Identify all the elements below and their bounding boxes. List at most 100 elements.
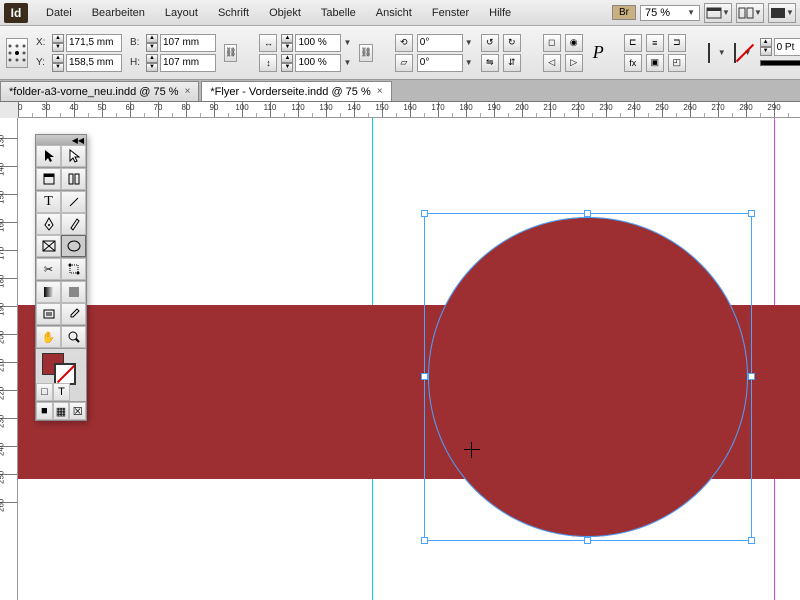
direct-selection-tool[interactable] xyxy=(61,145,86,167)
hand-tool[interactable]: ✋ xyxy=(36,326,61,348)
free-transform-tool[interactable] xyxy=(61,258,86,280)
shear-field[interactable]: 0° xyxy=(417,54,463,72)
horizontal-ruler[interactable]: 2030405060708090100110120130140150160170… xyxy=(18,102,800,118)
pen-tool[interactable] xyxy=(36,213,61,235)
select-next-icon[interactable]: ▷ xyxy=(565,54,583,72)
bridge-button[interactable]: Br xyxy=(612,5,636,20)
document-tab[interactable]: *Flyer - Vorderseite.indd @ 75 %× xyxy=(201,81,391,101)
align-left-icon[interactable]: ⊏ xyxy=(624,34,642,52)
app-logo: Id xyxy=(4,3,28,23)
normal-view[interactable]: ■ xyxy=(36,402,53,420)
reference-point-proxy[interactable] xyxy=(6,38,28,68)
close-icon[interactable]: × xyxy=(185,86,191,97)
menu-schrift[interactable]: Schrift xyxy=(208,0,259,26)
selection-handle[interactable] xyxy=(584,537,591,544)
menu-tabelle[interactable]: Tabelle xyxy=(311,0,366,26)
menu-objekt[interactable]: Objekt xyxy=(259,0,311,26)
rectangle-frame-tool[interactable] xyxy=(36,235,61,257)
panel-header[interactable]: ◀◀ xyxy=(36,135,86,145)
scale-x-field[interactable]: 100 % xyxy=(295,34,341,52)
w-field[interactable]: 107 mm xyxy=(160,34,216,52)
zoom-tool[interactable] xyxy=(61,326,86,348)
stroke-weight-field[interactable]: 0 Pt xyxy=(774,38,800,56)
pencil-tool[interactable] xyxy=(61,213,86,235)
select-prev-icon[interactable]: ◁ xyxy=(543,54,561,72)
workspace-button[interactable]: ▼ xyxy=(768,3,796,23)
stroke-swatch[interactable] xyxy=(734,43,736,63)
h-label: H: xyxy=(130,57,144,68)
selection-tool[interactable] xyxy=(36,145,61,167)
selection-handle[interactable] xyxy=(748,537,755,544)
menu-hilfe[interactable]: Hilfe xyxy=(479,0,521,26)
gradient-feather-tool[interactable] xyxy=(61,281,86,303)
selection-handle[interactable] xyxy=(421,373,428,380)
select-content-icon[interactable]: ◉ xyxy=(565,34,583,52)
menu-layout[interactable]: Layout xyxy=(155,0,208,26)
none-view[interactable]: ☒ xyxy=(69,402,86,420)
y-stepper[interactable]: ▲▼ xyxy=(52,54,64,72)
menu-bar: Id Datei Bearbeiten Layout Schrift Objek… xyxy=(0,0,800,26)
formatting-text[interactable]: T xyxy=(53,383,70,401)
rotate-ccw-icon[interactable]: ↺ xyxy=(481,34,499,52)
effects-icon[interactable]: fx xyxy=(624,54,642,72)
h-stepper[interactable]: ▲▼ xyxy=(146,54,158,72)
vertical-ruler[interactable]: 1301401501601701801902002102202302402502… xyxy=(0,118,18,600)
tab-label: *folder-a3-vorne_neu.indd @ 75 % xyxy=(9,86,179,98)
menu-bearbeiten[interactable]: Bearbeiten xyxy=(82,0,155,26)
control-bar: X:▲▼171,5 mm Y:▲▼158,5 mm B:▲▼107 mm H:▲… xyxy=(0,26,800,80)
x-field[interactable]: 171,5 mm xyxy=(66,34,122,52)
selection-handle[interactable] xyxy=(584,210,591,217)
note-tool[interactable] xyxy=(36,303,61,325)
tools-panel[interactable]: ◀◀ T✂✋□T■▦☒ xyxy=(35,134,87,421)
selection-handle[interactable] xyxy=(421,537,428,544)
type-tool[interactable]: T xyxy=(36,191,61,213)
flip-v-icon[interactable]: ⇵ xyxy=(503,54,521,72)
preview-view[interactable]: ▦ xyxy=(53,402,70,420)
selection-handle[interactable] xyxy=(748,373,755,380)
y-field[interactable]: 158,5 mm xyxy=(66,54,122,72)
document-tab[interactable]: *folder-a3-vorne_neu.indd @ 75 % × xyxy=(0,81,199,101)
page-tool[interactable] xyxy=(36,168,61,190)
selection-bounding-box xyxy=(424,213,752,541)
menu-datei[interactable]: Datei xyxy=(36,0,82,26)
shear-icon: ▱ xyxy=(395,54,413,72)
ellipse-tool[interactable] xyxy=(61,235,86,257)
corner-icon[interactable]: ◰ xyxy=(668,54,686,72)
rotate-field[interactable]: 0° xyxy=(417,34,463,52)
close-icon[interactable]: × xyxy=(377,86,383,97)
menu-fenster[interactable]: Fenster xyxy=(422,0,479,26)
stroke-color-box[interactable] xyxy=(54,363,76,385)
h-field[interactable]: 107 mm xyxy=(160,54,216,72)
w-stepper[interactable]: ▲▼ xyxy=(146,34,158,52)
paragraph-style-icon[interactable]: P xyxy=(593,42,604,63)
scale-x-stepper[interactable]: ▲▼ xyxy=(281,34,293,52)
selection-handle[interactable] xyxy=(421,210,428,217)
fill-swatch[interactable] xyxy=(708,43,710,63)
fill-stroke-swatches[interactable] xyxy=(36,349,86,383)
scale-y-field[interactable]: 100 % xyxy=(295,54,341,72)
x-stepper[interactable]: ▲▼ xyxy=(52,34,64,52)
stroke-weight-stepper[interactable]: ▲▼ xyxy=(760,38,772,56)
arrange-documents-button[interactable]: ▼ xyxy=(736,3,764,23)
flip-h-icon[interactable]: ⇋ xyxy=(481,54,499,72)
menu-ansicht[interactable]: Ansicht xyxy=(366,0,422,26)
default-fill-stroke[interactable]: □ xyxy=(36,383,53,401)
align-right-icon[interactable]: ⊐ xyxy=(668,34,686,52)
line-tool[interactable] xyxy=(61,191,86,213)
scissors-tool[interactable]: ✂ xyxy=(36,258,61,280)
zoom-level-dropdown[interactable]: 75 %▼ xyxy=(640,5,700,21)
wrap-icon[interactable]: ▣ xyxy=(646,54,664,72)
constrain-scale-icon[interactable]: ⛓ xyxy=(359,44,372,62)
stroke-style-dropdown[interactable] xyxy=(760,60,800,66)
select-container-icon[interactable]: ◻ xyxy=(543,34,561,52)
eyedropper-tool[interactable] xyxy=(61,303,86,325)
gap-tool[interactable] xyxy=(61,168,86,190)
constrain-wh-icon[interactable]: ⛓ xyxy=(224,44,237,62)
rotate-cw-icon[interactable]: ↻ xyxy=(503,34,521,52)
screen-mode-button[interactable]: ▼ xyxy=(704,3,732,23)
gradient-swatch-tool[interactable] xyxy=(36,281,61,303)
document-canvas[interactable] xyxy=(18,118,800,600)
align-center-icon[interactable]: ≡ xyxy=(646,34,664,52)
scale-y-stepper[interactable]: ▲▼ xyxy=(281,54,293,72)
selection-handle[interactable] xyxy=(748,210,755,217)
